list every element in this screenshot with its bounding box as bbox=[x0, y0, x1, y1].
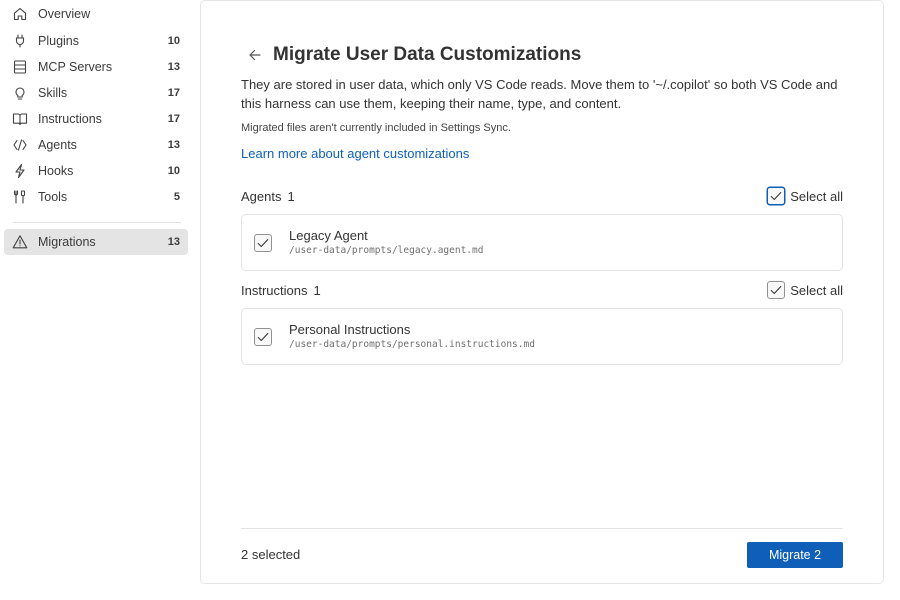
sidebar-item-agents[interactable]: Agents 13 bbox=[4, 132, 188, 158]
selected-count: 2 selected bbox=[241, 547, 301, 562]
sidebar-item-label: Hooks bbox=[38, 164, 74, 178]
sidebar-divider bbox=[13, 222, 181, 223]
sidebar-item-mcp-servers[interactable]: MCP Servers 13 bbox=[4, 54, 188, 80]
book-icon bbox=[11, 110, 29, 128]
warning-icon bbox=[11, 233, 29, 251]
item-path: /user-data/prompts/personal.instructions… bbox=[289, 339, 535, 350]
sidebar-item-count: 17 bbox=[167, 87, 180, 99]
server-icon bbox=[11, 58, 29, 76]
sidebar-item-label: MCP Servers bbox=[38, 60, 113, 74]
section-count: 1 bbox=[287, 188, 295, 204]
sidebar-item-instructions[interactable]: Instructions 17 bbox=[4, 106, 188, 132]
arrow-left-icon bbox=[247, 47, 263, 63]
section-header-instructions: Instructions 1 Select all bbox=[241, 279, 843, 301]
select-all-label: Select all bbox=[790, 188, 843, 204]
lightbulb-icon bbox=[11, 84, 29, 102]
check-icon bbox=[770, 285, 782, 295]
sidebar-item-label: Instructions bbox=[38, 112, 102, 126]
section-title: Agents bbox=[241, 188, 282, 204]
sidebar-item-count: 17 bbox=[167, 113, 180, 125]
sidebar-item-skills[interactable]: Skills 17 bbox=[4, 80, 188, 106]
sidebar-item-plugins[interactable]: Plugins 10 bbox=[4, 28, 188, 54]
select-all-agents[interactable]: Select all bbox=[767, 187, 843, 205]
item-checkbox[interactable] bbox=[254, 328, 272, 346]
select-all-label: Select all bbox=[790, 282, 843, 298]
sidebar-item-count: 13 bbox=[167, 139, 180, 151]
section-title: Instructions bbox=[241, 282, 308, 298]
select-all-checkbox[interactable] bbox=[767, 187, 786, 205]
plug-icon bbox=[11, 32, 29, 50]
sidebar-item-overview[interactable]: Overview bbox=[4, 1, 188, 27]
sync-note: Migrated files aren't currently included… bbox=[241, 122, 511, 134]
tools-icon bbox=[11, 188, 29, 206]
item-path: /user-data/prompts/legacy.agent.md bbox=[289, 245, 484, 256]
sidebar-item-label: Migrations bbox=[38, 235, 96, 249]
check-icon bbox=[257, 332, 269, 342]
item-checkbox[interactable] bbox=[254, 234, 272, 252]
sidebar-item-count: 10 bbox=[167, 35, 180, 47]
list-item[interactable]: Personal Instructions /user-data/prompts… bbox=[241, 308, 843, 365]
agent-icon bbox=[11, 136, 29, 154]
sidebar-item-count: 10 bbox=[167, 165, 180, 177]
item-name: Legacy Agent bbox=[289, 228, 368, 243]
section-count: 1 bbox=[313, 282, 321, 298]
sidebar-item-label: Plugins bbox=[38, 34, 79, 48]
sidebar-item-tools[interactable]: Tools 5 bbox=[4, 184, 188, 210]
sidebar-item-label: Skills bbox=[38, 86, 68, 100]
select-all-checkbox[interactable] bbox=[767, 281, 786, 299]
section-header-agents: Agents 1 Select all bbox=[241, 185, 843, 207]
sidebar-item-label: Tools bbox=[38, 190, 68, 204]
item-name: Personal Instructions bbox=[289, 322, 411, 337]
learn-more-link[interactable]: Learn more about agent customizations bbox=[241, 146, 469, 161]
sidebar-item-migrations[interactable]: Migrations 13 bbox=[4, 229, 188, 255]
check-icon bbox=[770, 191, 782, 201]
check-icon bbox=[257, 238, 269, 248]
sidebar-item-count: 13 bbox=[167, 61, 180, 73]
sidebar-item-count: 13 bbox=[167, 236, 180, 248]
list-item[interactable]: Legacy Agent /user-data/prompts/legacy.a… bbox=[241, 214, 843, 271]
migration-panel: Migrate User Data Customizations They ar… bbox=[200, 0, 884, 584]
page-title: Migrate User Data Customizations bbox=[273, 44, 582, 65]
sidebar: Overview Plugins 10 MCP Servers 13 Skill… bbox=[0, 0, 194, 600]
sidebar-item-hooks[interactable]: Hooks 10 bbox=[4, 158, 188, 184]
lightning-icon bbox=[11, 162, 29, 180]
page-description: They are stored in user data, which only… bbox=[241, 77, 838, 111]
footer-divider bbox=[241, 528, 843, 529]
back-button[interactable] bbox=[245, 45, 265, 65]
home-icon bbox=[11, 5, 29, 23]
select-all-instructions[interactable]: Select all bbox=[767, 281, 843, 299]
sidebar-item-label: Overview bbox=[38, 7, 91, 21]
sidebar-item-label: Agents bbox=[38, 138, 77, 152]
sidebar-item-count: 5 bbox=[173, 191, 180, 203]
migrate-button[interactable]: Migrate 2 bbox=[747, 542, 843, 568]
